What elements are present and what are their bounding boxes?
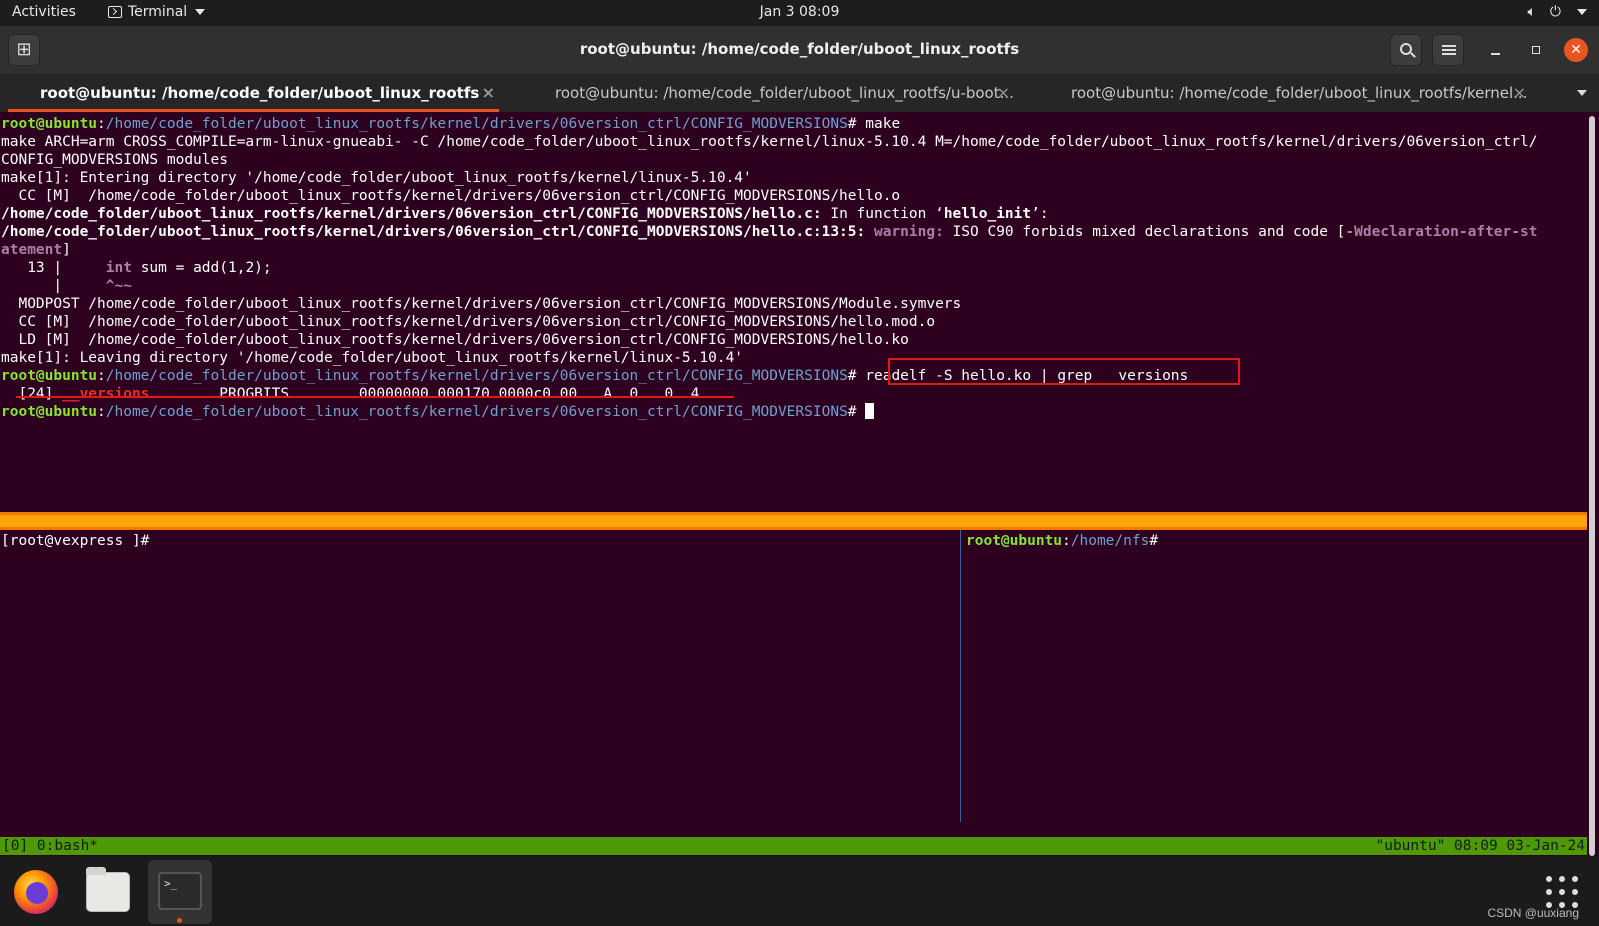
terminal-app-icon[interactable]: >_ bbox=[148, 860, 212, 924]
terminal-line: make[1]: Entering directory '/home/code_… bbox=[1, 170, 752, 186]
terminal-line: make ARCH=arm CROSS_COMPILE=arm-linux-gn… bbox=[1, 134, 1538, 150]
terminal-area[interactable]: root@ubuntu:/home/code_folder/uboot_linu… bbox=[0, 112, 1587, 856]
speaker-icon: 🔈︎ bbox=[1527, 4, 1536, 20]
close-button[interactable]: ✕ bbox=[1564, 38, 1588, 62]
dock: >_ CSDN @uuxiang bbox=[0, 856, 1599, 926]
show-applications-icon[interactable] bbox=[1546, 876, 1578, 908]
annotation-highlight-box bbox=[888, 358, 1240, 385]
terminal-line: [24] __versions PROGBITS 00000000 000170… bbox=[1, 386, 700, 402]
tab-u-boot[interactable]: root@ubuntu: /home/code_folder/uboot_lin… bbox=[515, 74, 1022, 112]
power-icon: ⏻ bbox=[1549, 4, 1561, 20]
app-menu-label: Terminal bbox=[128, 4, 188, 20]
restore-icon bbox=[1532, 46, 1540, 54]
tmux-status-right: "ubuntu" 08:09 03-Jan-24 bbox=[1375, 838, 1585, 854]
minimize-icon bbox=[1491, 53, 1500, 55]
tab-close-icon[interactable]: × bbox=[1513, 83, 1526, 102]
tmux-window-list[interactable]: [0] 0:bash* bbox=[2, 837, 98, 855]
tab-close-icon[interactable]: × bbox=[997, 83, 1010, 102]
chevron-down-icon bbox=[195, 9, 206, 15]
terminal-line: LD [M] /home/code_folder/uboot_linux_roo… bbox=[1, 332, 909, 348]
running-indicator bbox=[177, 918, 182, 923]
terminal-glyph: >_ bbox=[158, 872, 202, 910]
watermark: CSDN @uuxiang bbox=[1487, 906, 1579, 920]
app-menu[interactable]: Terminal bbox=[108, 4, 206, 20]
tab-close-icon[interactable]: × bbox=[482, 83, 495, 102]
terminal-line: atement] bbox=[1, 242, 71, 258]
close-icon: ✕ bbox=[1570, 42, 1582, 58]
tmux-pane-divider[interactable] bbox=[0, 512, 1587, 530]
terminal-line: /home/code_folder/uboot_linux_rootfs/ker… bbox=[1, 206, 1049, 222]
terminal-line: root@ubuntu:/home/nfs# bbox=[966, 533, 1159, 549]
tab-label: root@ubuntu: /home/code_folder/uboot_lin… bbox=[40, 84, 480, 102]
tabs-menu-chevron-icon[interactable] bbox=[1577, 90, 1587, 96]
annotation-underline bbox=[16, 396, 734, 398]
maximize-button[interactable] bbox=[1524, 38, 1548, 62]
hamburger-icon bbox=[1442, 45, 1456, 55]
terminal-line: CC [M] /home/code_folder/uboot_linux_roo… bbox=[1, 188, 901, 204]
files-icon[interactable] bbox=[78, 862, 138, 922]
terminal-line: [root@vexpress ]# bbox=[1, 533, 150, 549]
terminal-line: 13 | int sum = add(1,2); bbox=[1, 260, 272, 276]
system-menu[interactable]: 🔈︎ ⏻ bbox=[1528, 4, 1587, 20]
terminal-line: root@ubuntu:/home/code_folder/uboot_linu… bbox=[1, 116, 901, 132]
terminal-line: MODPOST /home/code_folder/uboot_linux_ro… bbox=[1, 296, 962, 312]
text-cursor bbox=[865, 403, 875, 419]
menu-button[interactable] bbox=[1432, 34, 1464, 66]
window-title: root@ubuntu: /home/code_folder/uboot_lin… bbox=[579, 40, 1020, 58]
window-header: ⊞ root@ubuntu: /home/code_folder/uboot_l… bbox=[0, 26, 1599, 74]
chevron-down-icon bbox=[1577, 9, 1587, 15]
search-button[interactable] bbox=[1390, 34, 1422, 66]
top-bar: Activities Terminal Jan 3 08:09 🔈︎ ⏻ bbox=[0, 0, 1599, 26]
tab-label: root@ubuntu: /home/code_folder/uboot_lin… bbox=[1071, 84, 1528, 102]
tab-kernel[interactable]: root@ubuntu: /home/code_folder/uboot_lin… bbox=[1031, 74, 1538, 112]
tmux-pane-bottom-right[interactable]: root@ubuntu:/home/nfs# bbox=[962, 530, 1587, 820]
tmux-vertical-divider[interactable] bbox=[960, 530, 961, 822]
terminal-icon bbox=[108, 6, 122, 18]
minimize-button[interactable] bbox=[1484, 38, 1508, 62]
terminal-line: /home/code_folder/uboot_linux_rootfs/ker… bbox=[1, 224, 1538, 240]
terminal-line: root@ubuntu:/home/code_folder/uboot_linu… bbox=[1, 403, 875, 421]
terminal-line: make[1]: Leaving directory '/home/code_f… bbox=[1, 350, 744, 366]
tmux-status-bar: [0] 0:bash* "ubuntu" 08:09 03-Jan-24 bbox=[0, 837, 1587, 855]
firefox-icon[interactable] bbox=[6, 862, 66, 922]
terminal-line: CONFIG_MODVERSIONS modules bbox=[1, 152, 228, 168]
terminal-scrollbar[interactable] bbox=[1589, 116, 1595, 856]
terminal-line: CC [M] /home/code_folder/uboot_linux_roo… bbox=[1, 314, 936, 330]
clock[interactable]: Jan 3 08:09 bbox=[0, 4, 1599, 20]
tmux-pane-bottom-left[interactable]: [root@vexpress ]# bbox=[0, 530, 958, 820]
tab-uboot-linux-rootfs[interactable]: root@ubuntu: /home/code_folder/uboot_lin… bbox=[0, 74, 507, 112]
terminal-line: | ^~~ bbox=[1, 278, 132, 294]
tab-bar: root@ubuntu: /home/code_folder/uboot_lin… bbox=[0, 74, 1599, 112]
activities-button[interactable]: Activities bbox=[12, 4, 76, 20]
new-tab-button[interactable]: ⊞ bbox=[8, 34, 40, 66]
tmux-pane-top[interactable]: root@ubuntu:/home/code_folder/uboot_linu… bbox=[0, 112, 1587, 512]
tab-label: root@ubuntu: /home/code_folder/uboot_lin… bbox=[555, 84, 1014, 102]
new-tab-icon: ⊞ bbox=[16, 39, 32, 60]
